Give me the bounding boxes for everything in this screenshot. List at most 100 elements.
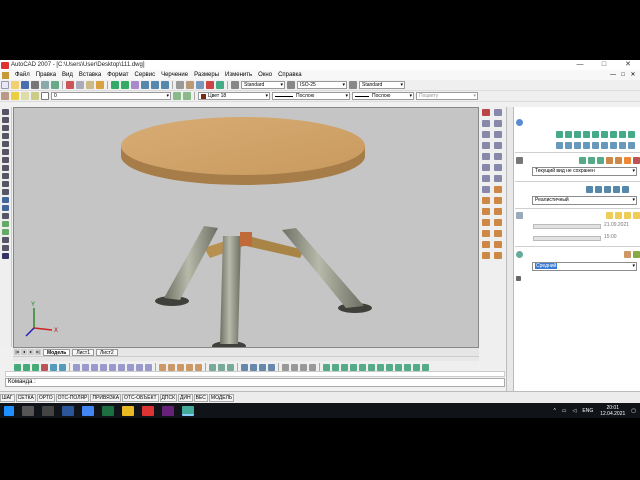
status-lwt[interactable]: ВЕС xyxy=(193,393,208,402)
snap-intersection-icon[interactable] xyxy=(482,208,490,215)
hatch-icon[interactable] xyxy=(2,221,9,227)
file-explorer-icon[interactable] xyxy=(122,405,134,416)
ucs-view-icon[interactable] xyxy=(368,363,375,371)
chamfer-icon[interactable] xyxy=(494,175,502,182)
extrude-icon[interactable] xyxy=(159,363,166,371)
status-model[interactable]: МОДЕЛЬ xyxy=(208,393,235,402)
view-icon[interactable] xyxy=(633,157,640,164)
presspull-icon[interactable] xyxy=(601,142,608,149)
3d-hidden-icon[interactable] xyxy=(604,186,611,193)
menu-window[interactable]: Окно xyxy=(255,72,275,78)
zoom-previous-icon[interactable] xyxy=(161,81,169,89)
wedge-icon[interactable] xyxy=(601,131,608,138)
snap-none-icon[interactable] xyxy=(494,241,502,248)
presspull-icon[interactable] xyxy=(168,363,175,371)
extrude-icon[interactable] xyxy=(619,131,626,138)
linetype-select[interactable]: Послою ▾ xyxy=(272,92,350,100)
status-osnap[interactable]: ПРИВЯЗКА xyxy=(90,393,122,402)
cut-icon[interactable] xyxy=(66,81,74,89)
ellipse-icon[interactable] xyxy=(2,181,9,187)
planar-surface-icon[interactable] xyxy=(145,363,152,371)
search-icon[interactable] xyxy=(22,405,34,416)
subtract-icon[interactable] xyxy=(565,142,572,149)
spline-icon[interactable] xyxy=(2,173,9,179)
menu-format[interactable]: Формат xyxy=(104,72,131,78)
explode-icon[interactable] xyxy=(494,186,502,193)
scale-icon[interactable] xyxy=(494,142,502,149)
make-block-icon[interactable] xyxy=(2,205,9,211)
notifications-icon[interactable]: ▢ xyxy=(631,408,636,414)
union-icon[interactable] xyxy=(209,363,216,371)
menu-help[interactable]: Справка xyxy=(275,72,305,78)
pan-icon[interactable] xyxy=(588,157,595,164)
ucs-icon[interactable] xyxy=(323,363,330,371)
first-tab-icon[interactable]: |◂ xyxy=(14,349,20,355)
snap-settings-icon[interactable] xyxy=(482,252,490,259)
windows-start-icon[interactable] xyxy=(4,405,14,416)
ucs-world-icon[interactable] xyxy=(332,363,339,371)
prev-tab-icon[interactable]: ◂ xyxy=(21,349,27,355)
fillet-icon[interactable] xyxy=(482,186,490,193)
ucs-3point-icon[interactable] xyxy=(395,363,402,371)
revision-cloud-icon[interactable] xyxy=(2,165,9,171)
cone-icon[interactable] xyxy=(91,363,98,371)
planar-surface-icon[interactable] xyxy=(628,142,635,149)
chrome-icon[interactable] xyxy=(82,405,94,416)
match-properties-icon[interactable] xyxy=(96,81,104,89)
lineweight-select[interactable]: Послою ▾ xyxy=(352,92,414,100)
snap-node-icon[interactable] xyxy=(494,230,502,237)
sweep-icon[interactable] xyxy=(177,363,184,371)
torus-icon[interactable] xyxy=(610,131,617,138)
ucs-origin-icon[interactable] xyxy=(377,363,384,371)
helix-icon[interactable] xyxy=(136,363,143,371)
status-ortho[interactable]: ОРТО xyxy=(36,393,55,402)
cylinder-icon[interactable] xyxy=(109,363,116,371)
doc-close-button[interactable]: ✕ xyxy=(628,70,638,80)
copy-icon[interactable] xyxy=(76,81,84,89)
box-icon[interactable] xyxy=(73,363,80,371)
material-browser-icon[interactable] xyxy=(624,251,631,258)
intersect-icon[interactable] xyxy=(227,363,234,371)
line-icon[interactable] xyxy=(2,109,9,115)
zoom-icon[interactable] xyxy=(597,157,604,164)
gradient-icon[interactable] xyxy=(2,229,9,235)
rotate-icon[interactable] xyxy=(482,142,490,149)
walk-icon[interactable] xyxy=(615,157,622,164)
network-icon[interactable]: ▭ xyxy=(562,408,567,414)
realistic-icon[interactable] xyxy=(613,186,620,193)
table-style-select[interactable]: Standard ▾ xyxy=(359,81,405,89)
arc-icon[interactable] xyxy=(2,149,9,155)
make-current-layer-icon[interactable] xyxy=(173,92,181,100)
status-snap[interactable]: ШАГ xyxy=(0,393,15,402)
autocad-taskbar-icon[interactable] xyxy=(182,405,194,416)
save-icon[interactable] xyxy=(21,81,29,89)
3d-orbit-icon[interactable] xyxy=(14,363,21,371)
loft-icon[interactable] xyxy=(619,142,626,149)
fly-icon[interactable] xyxy=(59,363,66,371)
model-viewport[interactable]: X Y xyxy=(13,107,479,348)
date-slider[interactable] xyxy=(533,224,601,229)
status-ducs[interactable]: ДПСК xyxy=(159,393,178,402)
default-lighting-icon[interactable] xyxy=(615,212,622,219)
menu-view[interactable]: Вид xyxy=(59,72,76,78)
design-center-icon[interactable] xyxy=(186,81,194,89)
insert-block-icon[interactable] xyxy=(2,197,9,203)
3d-wireframe-icon[interactable] xyxy=(595,186,602,193)
intersect-icon[interactable] xyxy=(574,142,581,149)
camera-icon[interactable] xyxy=(606,157,613,164)
construction-line-icon[interactable] xyxy=(2,117,9,123)
region-icon[interactable] xyxy=(2,237,9,243)
menu-draw[interactable]: Черчение xyxy=(158,72,191,78)
plotstyle-select[interactable]: Поцвету ▾ xyxy=(416,92,478,100)
calculator-icon[interactable] xyxy=(206,81,214,89)
camera-icon[interactable] xyxy=(41,363,48,371)
extend-icon[interactable] xyxy=(482,164,490,171)
snap-center-icon[interactable] xyxy=(494,208,502,215)
status-polar[interactable]: ОТС-ПОЛЯР xyxy=(55,393,90,402)
slice-icon[interactable] xyxy=(282,363,289,371)
polyline-icon[interactable] xyxy=(2,125,9,131)
preview-icon[interactable] xyxy=(41,81,49,89)
zoom-realtime-icon[interactable] xyxy=(141,81,149,89)
sphere-icon[interactable] xyxy=(100,363,107,371)
tool-palettes-icon[interactable] xyxy=(196,81,204,89)
